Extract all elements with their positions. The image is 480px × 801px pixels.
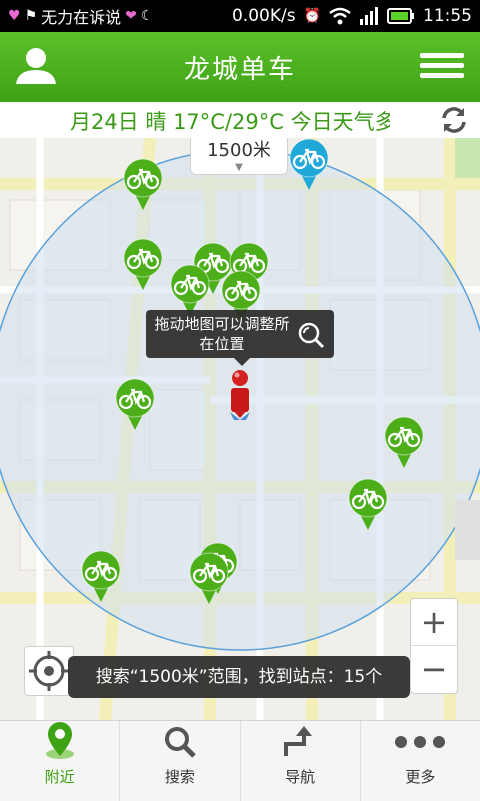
- bike-station-marker[interactable]: [121, 158, 165, 212]
- tab-label: 导航: [285, 768, 316, 786]
- network-speed: 0.00K/s: [231, 6, 296, 26]
- tab-nearby[interactable]: 附近: [0, 721, 121, 801]
- more-dots-icon: [395, 736, 446, 748]
- bike-station-marker[interactable]: [187, 552, 231, 606]
- bike-station-marker[interactable]: [121, 238, 165, 292]
- bike-station-marker[interactable]: [79, 550, 123, 604]
- tab-navigation[interactable]: 导航: [241, 721, 361, 801]
- weather-bar: 月24日 晴 17°C/29°C 今日天气多: [0, 102, 480, 139]
- tab-label: 附近: [44, 768, 75, 786]
- weather-text: 月24日 晴 17°C/29°C 今日天气多: [70, 110, 390, 134]
- user-icon: [16, 48, 56, 84]
- refresh-icon: [442, 107, 466, 133]
- clock-time: 11:55: [423, 6, 472, 26]
- locate-search-icon[interactable]: [296, 320, 326, 350]
- tab-label: 搜索: [164, 768, 195, 786]
- tab-label: 更多: [405, 768, 436, 786]
- chevron-down-icon: ▼: [235, 162, 243, 173]
- map-view[interactable]: [0, 138, 480, 720]
- app-header: 龙城单车: [0, 32, 480, 102]
- tab-search[interactable]: 搜索: [120, 721, 241, 801]
- turn-arrow-icon: [284, 726, 313, 756]
- selected-bike-station-marker[interactable]: [287, 138, 331, 192]
- my-location-button[interactable]: [24, 646, 74, 696]
- user-profile-button[interactable]: [14, 44, 58, 88]
- range-label-text: 1500米: [207, 140, 271, 161]
- crosshair-icon: [29, 651, 69, 691]
- tab-more[interactable]: 更多: [361, 721, 480, 801]
- search-icon: [164, 727, 196, 758]
- refresh-weather-button[interactable]: [438, 104, 470, 136]
- location-pin-icon: [45, 722, 74, 759]
- wifi-icon: [329, 7, 351, 25]
- zoom-in-button[interactable]: +: [411, 599, 457, 646]
- zoom-out-button[interactable]: −: [411, 646, 457, 692]
- tooltip-text: 拖动地图可以调整所在位置: [154, 315, 290, 353]
- range-label[interactable]: 1500米 ▼: [190, 138, 288, 175]
- bike-station-marker[interactable]: [113, 378, 157, 432]
- heart-notification-icon: ♥: [8, 8, 21, 24]
- page-title: 龙城单车: [183, 54, 296, 85]
- flag-notification-icon: ⚑: [24, 8, 38, 24]
- bike-station-marker[interactable]: [382, 416, 426, 470]
- notification-text: 无力在诉说: [41, 8, 122, 27]
- search-result-toast: 搜索“1500米”范围，找到站点：15个: [68, 656, 410, 698]
- menu-icon: [420, 53, 464, 58]
- bike-station-marker[interactable]: [346, 478, 390, 532]
- alarm-icon: ⏰: [303, 8, 321, 24]
- user-location-pin[interactable]: [216, 368, 264, 424]
- gift-notification-icon: ❤: [125, 8, 137, 24]
- menu-button[interactable]: [420, 48, 464, 86]
- zoom-controls: + −: [410, 598, 458, 694]
- drag-map-tooltip: 拖动地图可以调整所在位置: [146, 310, 334, 366]
- status-bar: ♥ ⚑ 无力在诉说 ❤ ☾ 0.00K/s ⏰ 11:55: [0, 0, 480, 32]
- signal-icon: [360, 7, 378, 25]
- moon-notification-icon: ☾: [140, 8, 154, 24]
- bottom-tab-bar: 附近 搜索 导航 更多: [0, 720, 480, 801]
- battery-icon: [387, 8, 414, 24]
